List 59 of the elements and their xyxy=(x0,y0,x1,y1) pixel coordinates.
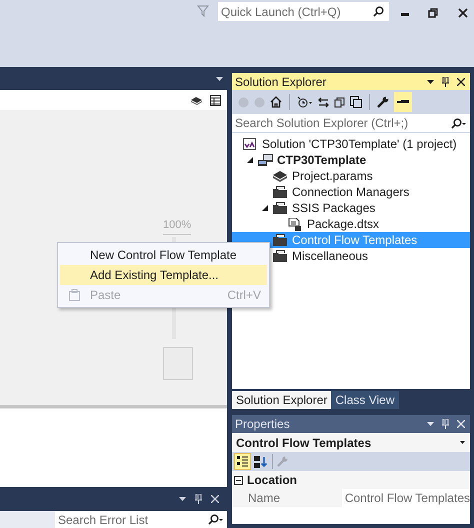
expanded-arrow-icon[interactable] xyxy=(247,157,253,163)
property-value: Control Flow Templates xyxy=(342,489,470,507)
zoom-label: 100% xyxy=(163,217,192,234)
clipboard-icon xyxy=(68,289,80,301)
clock-icon[interactable] xyxy=(297,96,313,108)
categorized-button[interactable] xyxy=(234,453,251,470)
restore-icon[interactable] xyxy=(428,8,438,18)
categories-icon xyxy=(237,456,248,467)
tree-item[interactable]: Solution 'CTP30Template' (1 project) xyxy=(232,136,470,152)
collapse-icon[interactable] xyxy=(334,96,345,108)
solution-search-field[interactable]: Search Solution Explorer (Ctrl+;) xyxy=(232,114,451,132)
search-button[interactable] xyxy=(208,511,227,528)
search-icon xyxy=(373,6,384,17)
category-label: Location xyxy=(247,472,297,489)
panel-title: Solution Explorer xyxy=(235,74,328,90)
panel-title: Properties xyxy=(235,416,291,433)
search-button[interactable] xyxy=(451,114,470,132)
expanded-arrow-icon[interactable] xyxy=(262,205,268,211)
folder-icon xyxy=(273,234,287,246)
close-icon[interactable] xyxy=(458,8,468,18)
collapse-toggle-icon[interactable] xyxy=(234,476,243,484)
solution-icon xyxy=(243,138,256,150)
dash-icon xyxy=(397,100,409,104)
home-icon[interactable] xyxy=(270,96,282,108)
caret-icon[interactable] xyxy=(216,76,223,80)
search-icon xyxy=(451,118,466,128)
tree-item[interactable]: Connection Managers xyxy=(232,184,470,200)
sync-icon[interactable] xyxy=(318,96,329,108)
folder-icon xyxy=(273,202,287,214)
project-icon xyxy=(258,154,274,166)
panel-tab[interactable]: Class View xyxy=(331,391,399,409)
panel-tab[interactable]: Solution Explorer xyxy=(232,391,332,409)
close-icon[interactable] xyxy=(457,78,465,86)
tree-item[interactable]: Package.dtsx xyxy=(232,216,470,232)
menu-item[interactable]: Add Existing Template... xyxy=(60,265,267,285)
menu-item[interactable]: New Control Flow Template xyxy=(60,245,267,265)
tree-item[interactable]: Project.params xyxy=(232,168,470,184)
search-button[interactable] xyxy=(373,2,389,21)
zoom-box xyxy=(163,347,193,380)
folder-icon xyxy=(273,250,287,262)
object-dropdown[interactable]: Control Flow Templates xyxy=(232,433,470,452)
caret-icon xyxy=(460,441,465,444)
preview-toggle-button[interactable] xyxy=(394,92,412,112)
tree-item[interactable]: CTP30Template xyxy=(232,152,470,168)
pin-icon[interactable] xyxy=(442,76,449,86)
caret-icon[interactable] xyxy=(427,80,434,84)
tree-item[interactable]: SSIS Packages xyxy=(232,200,470,216)
search-icon xyxy=(208,514,223,525)
files-icon[interactable] xyxy=(350,96,362,108)
package-file-icon xyxy=(288,218,301,230)
error-search-field[interactable]: Search Error List xyxy=(55,511,208,528)
caret-icon[interactable] xyxy=(179,496,186,500)
wrench-icon[interactable] xyxy=(377,96,389,108)
sort-icon[interactable] xyxy=(253,456,268,468)
property-name: Name xyxy=(247,490,282,507)
quick-launch-field[interactable]: Quick Launch (Ctrl+Q) xyxy=(218,2,373,21)
grid-icon[interactable] xyxy=(210,94,221,106)
folder-icon xyxy=(273,186,287,198)
params-icon xyxy=(273,170,287,182)
